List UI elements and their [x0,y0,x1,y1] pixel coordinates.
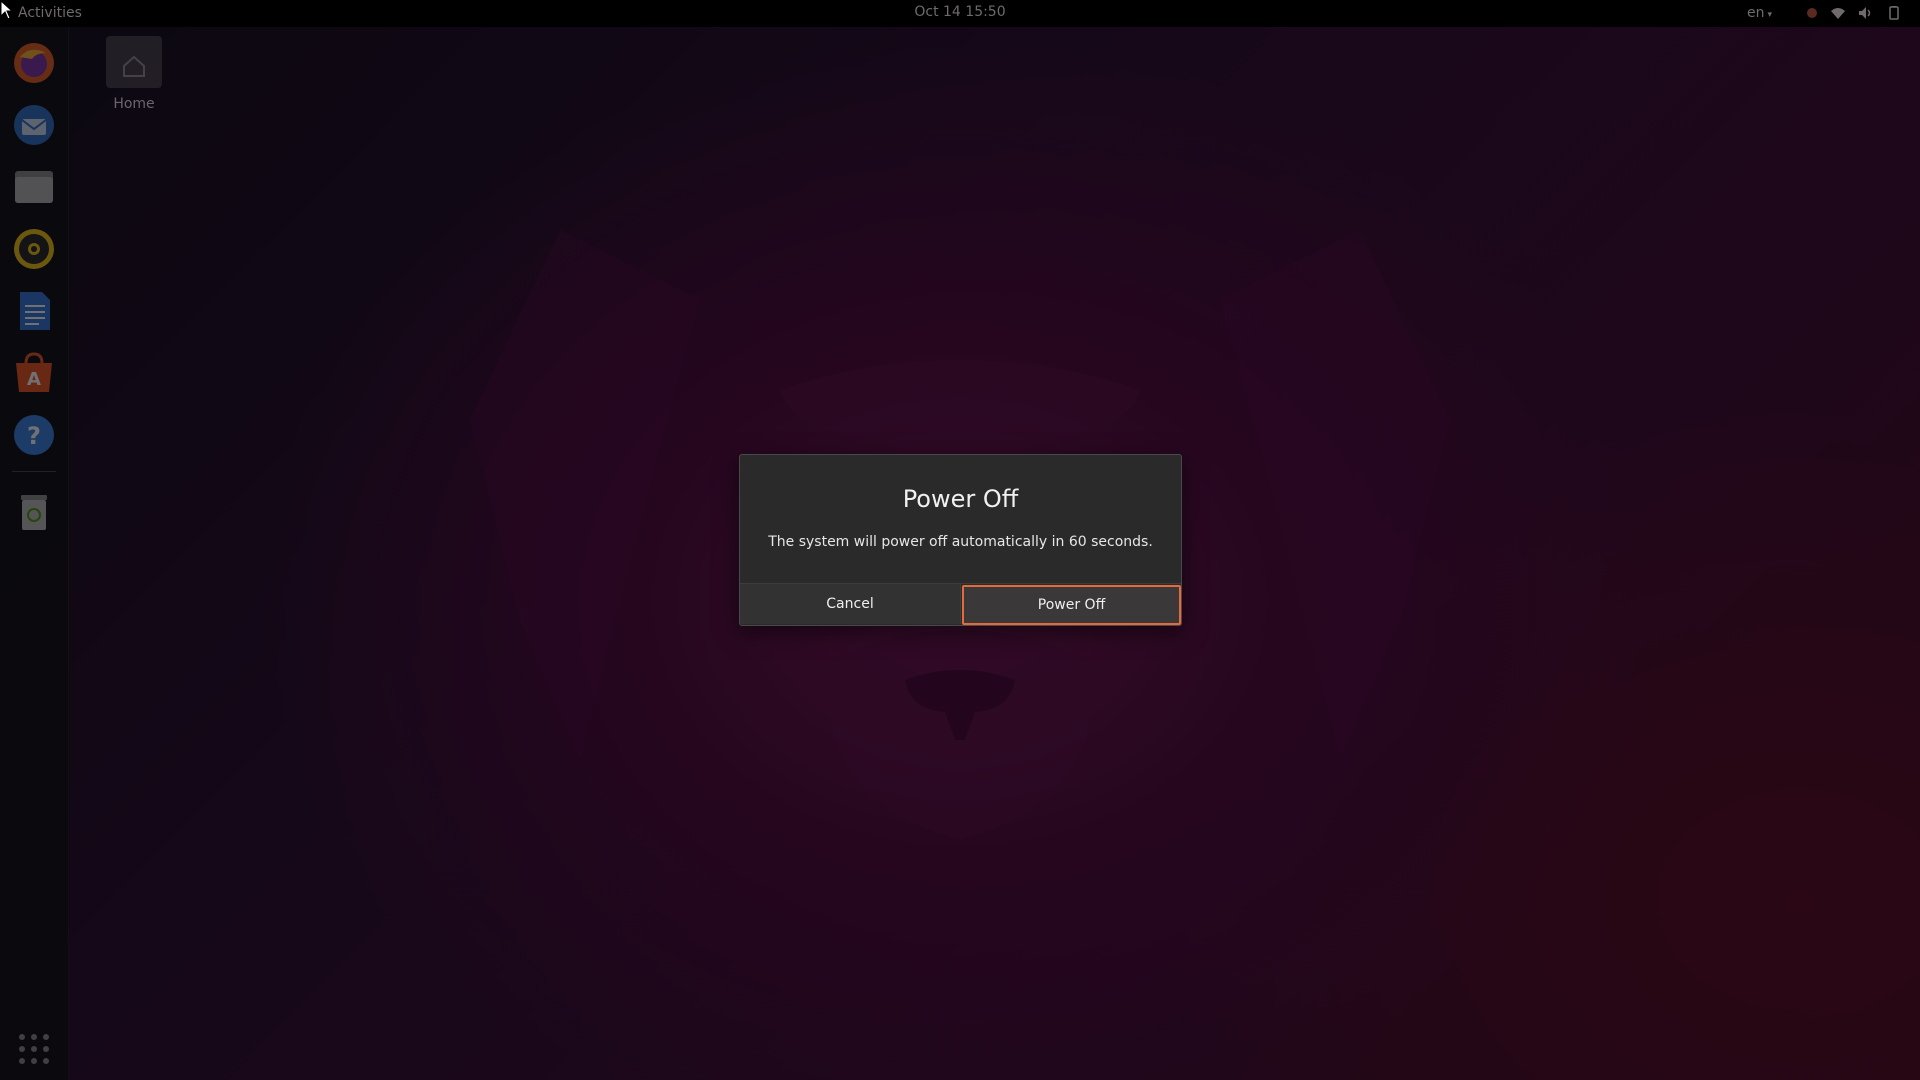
desktop-home-icon[interactable]: Home [104,36,164,112]
firefox-icon[interactable] [10,39,58,87]
svg-text:?: ? [27,422,41,450]
power-off-dialog: Power Off The system will power off auto… [739,454,1182,626]
volume-icon[interactable] [1858,6,1874,20]
dock-separator [12,471,56,472]
dialog-title: Power Off [902,485,1019,513]
chevron-down-icon: ▾ [1767,10,1773,20]
app-grid-icon[interactable] [10,1025,58,1073]
language-indicator[interactable]: en ▾ [1747,5,1772,21]
dialog-button-row: Cancel Power Off [740,583,1181,626]
writer-icon[interactable] [10,287,58,335]
dialog-message: The system will power off automatically … [768,534,1153,550]
desktop: Activities Oct 14 15:50 en ▾ A ? Home Po… [0,0,1920,1080]
clock[interactable]: Oct 14 15:50 [0,4,1920,20]
software-icon[interactable]: A [10,349,58,397]
dock: A ? [0,27,69,1080]
cancel-button[interactable]: Cancel [740,584,961,624]
rhythmbox-icon[interactable] [10,225,58,273]
trash-icon[interactable] [10,487,58,535]
battery-icon[interactable] [1886,6,1902,20]
top-bar: Activities Oct 14 15:50 en ▾ [0,0,1920,27]
help-icon[interactable]: ? [10,411,58,459]
thunderbird-icon[interactable] [10,101,58,149]
mouse-pointer-icon [0,0,14,20]
desktop-home-label: Home [113,96,155,112]
svg-text:A: A [27,369,41,390]
record-indicator-icon[interactable] [1804,6,1820,20]
power-off-button[interactable]: Power Off [962,585,1181,625]
home-folder-icon [106,36,162,88]
language-label: en [1747,5,1765,21]
wifi-icon[interactable] [1830,6,1846,20]
files-icon[interactable] [10,163,58,211]
